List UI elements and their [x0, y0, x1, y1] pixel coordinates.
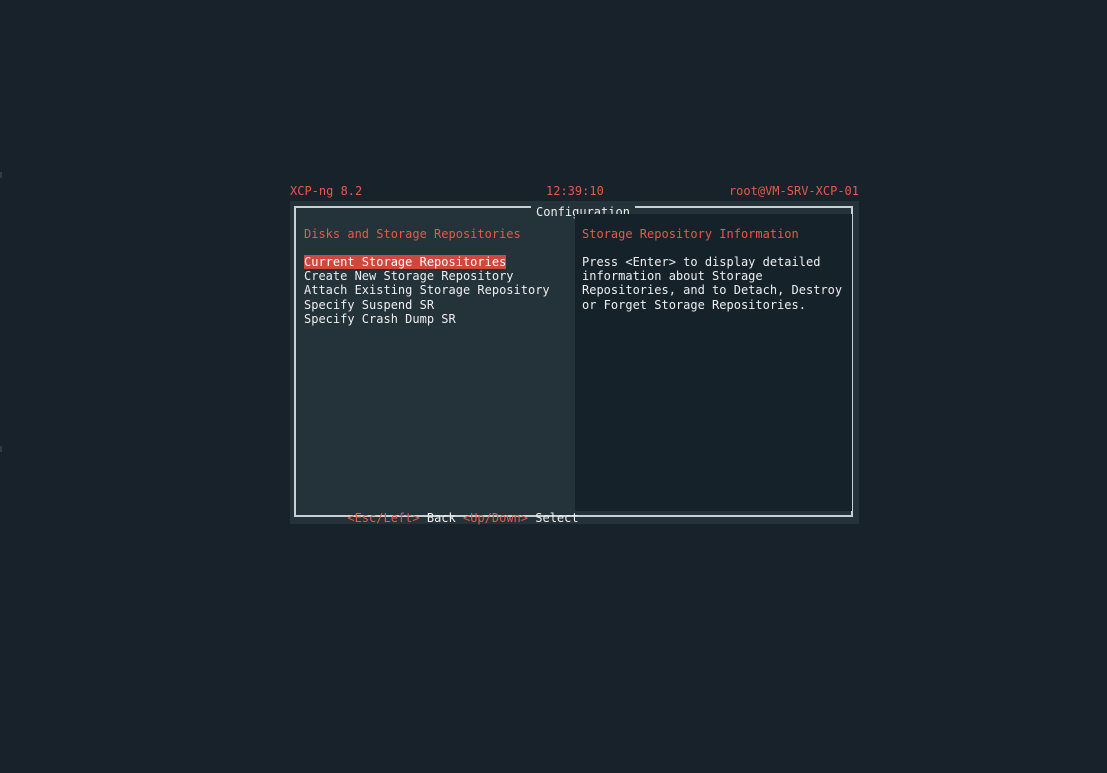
menu-item-specify-crash-dump-sr[interactable]: Specify Crash Dump SR [304, 312, 550, 326]
back-label: Back [426, 511, 456, 526]
info-pane: Storage Repository Information Press <En… [575, 214, 852, 511]
back-key[interactable]: <Esc/Left> [347, 511, 419, 525]
menu-item-label: Create New Storage Repository [304, 269, 514, 284]
status-bar: XCP-ng 8.2 12:39:10 root@VM-SRV-XCP-01 [290, 184, 859, 199]
menu-item-label: Attach Existing Storage Repository [304, 283, 550, 298]
console-screen: XCP-ng 8.2 12:39:10 root@VM-SRV-XCP-01 C… [0, 0, 1107, 773]
configuration-dialog: Configuration Disks and Storage Reposito… [290, 201, 859, 525]
select-key[interactable]: <Up/Down> [463, 511, 528, 525]
product-version: XCP-ng 8.2 [290, 184, 363, 198]
menu-item-create-new-storage-repository[interactable]: Create New Storage Repository [304, 269, 550, 283]
clock: 12:39:10 [546, 184, 604, 198]
key-hints: <Esc/Left> Back <Up/Down> Select [304, 497, 579, 540]
menu-item-label: Specify Crash Dump SR [304, 311, 456, 326]
menu-list: Current Storage Repositories Create New … [304, 255, 550, 326]
menu-item-attach-existing-storage-repository[interactable]: Attach Existing Storage Repository [304, 283, 550, 297]
edge-artifact [0, 446, 2, 452]
menu-pane: Disks and Storage Repositories Current S… [304, 227, 574, 507]
menu-item-current-storage-repositories[interactable]: Current Storage Repositories [304, 255, 550, 269]
edge-artifact [0, 172, 2, 178]
info-heading: Storage Repository Information [582, 227, 799, 241]
menu-item-label: Current Storage Repositories [304, 255, 507, 269]
menu-heading: Disks and Storage Repositories [304, 227, 521, 241]
menu-item-specify-suspend-sr[interactable]: Specify Suspend SR [304, 298, 550, 312]
select-label: Select [535, 511, 579, 526]
menu-item-label: Specify Suspend SR [304, 297, 435, 312]
info-text: Press <Enter> to display detailed inform… [582, 255, 843, 312]
user-host: root@VM-SRV-XCP-01 [728, 184, 859, 198]
